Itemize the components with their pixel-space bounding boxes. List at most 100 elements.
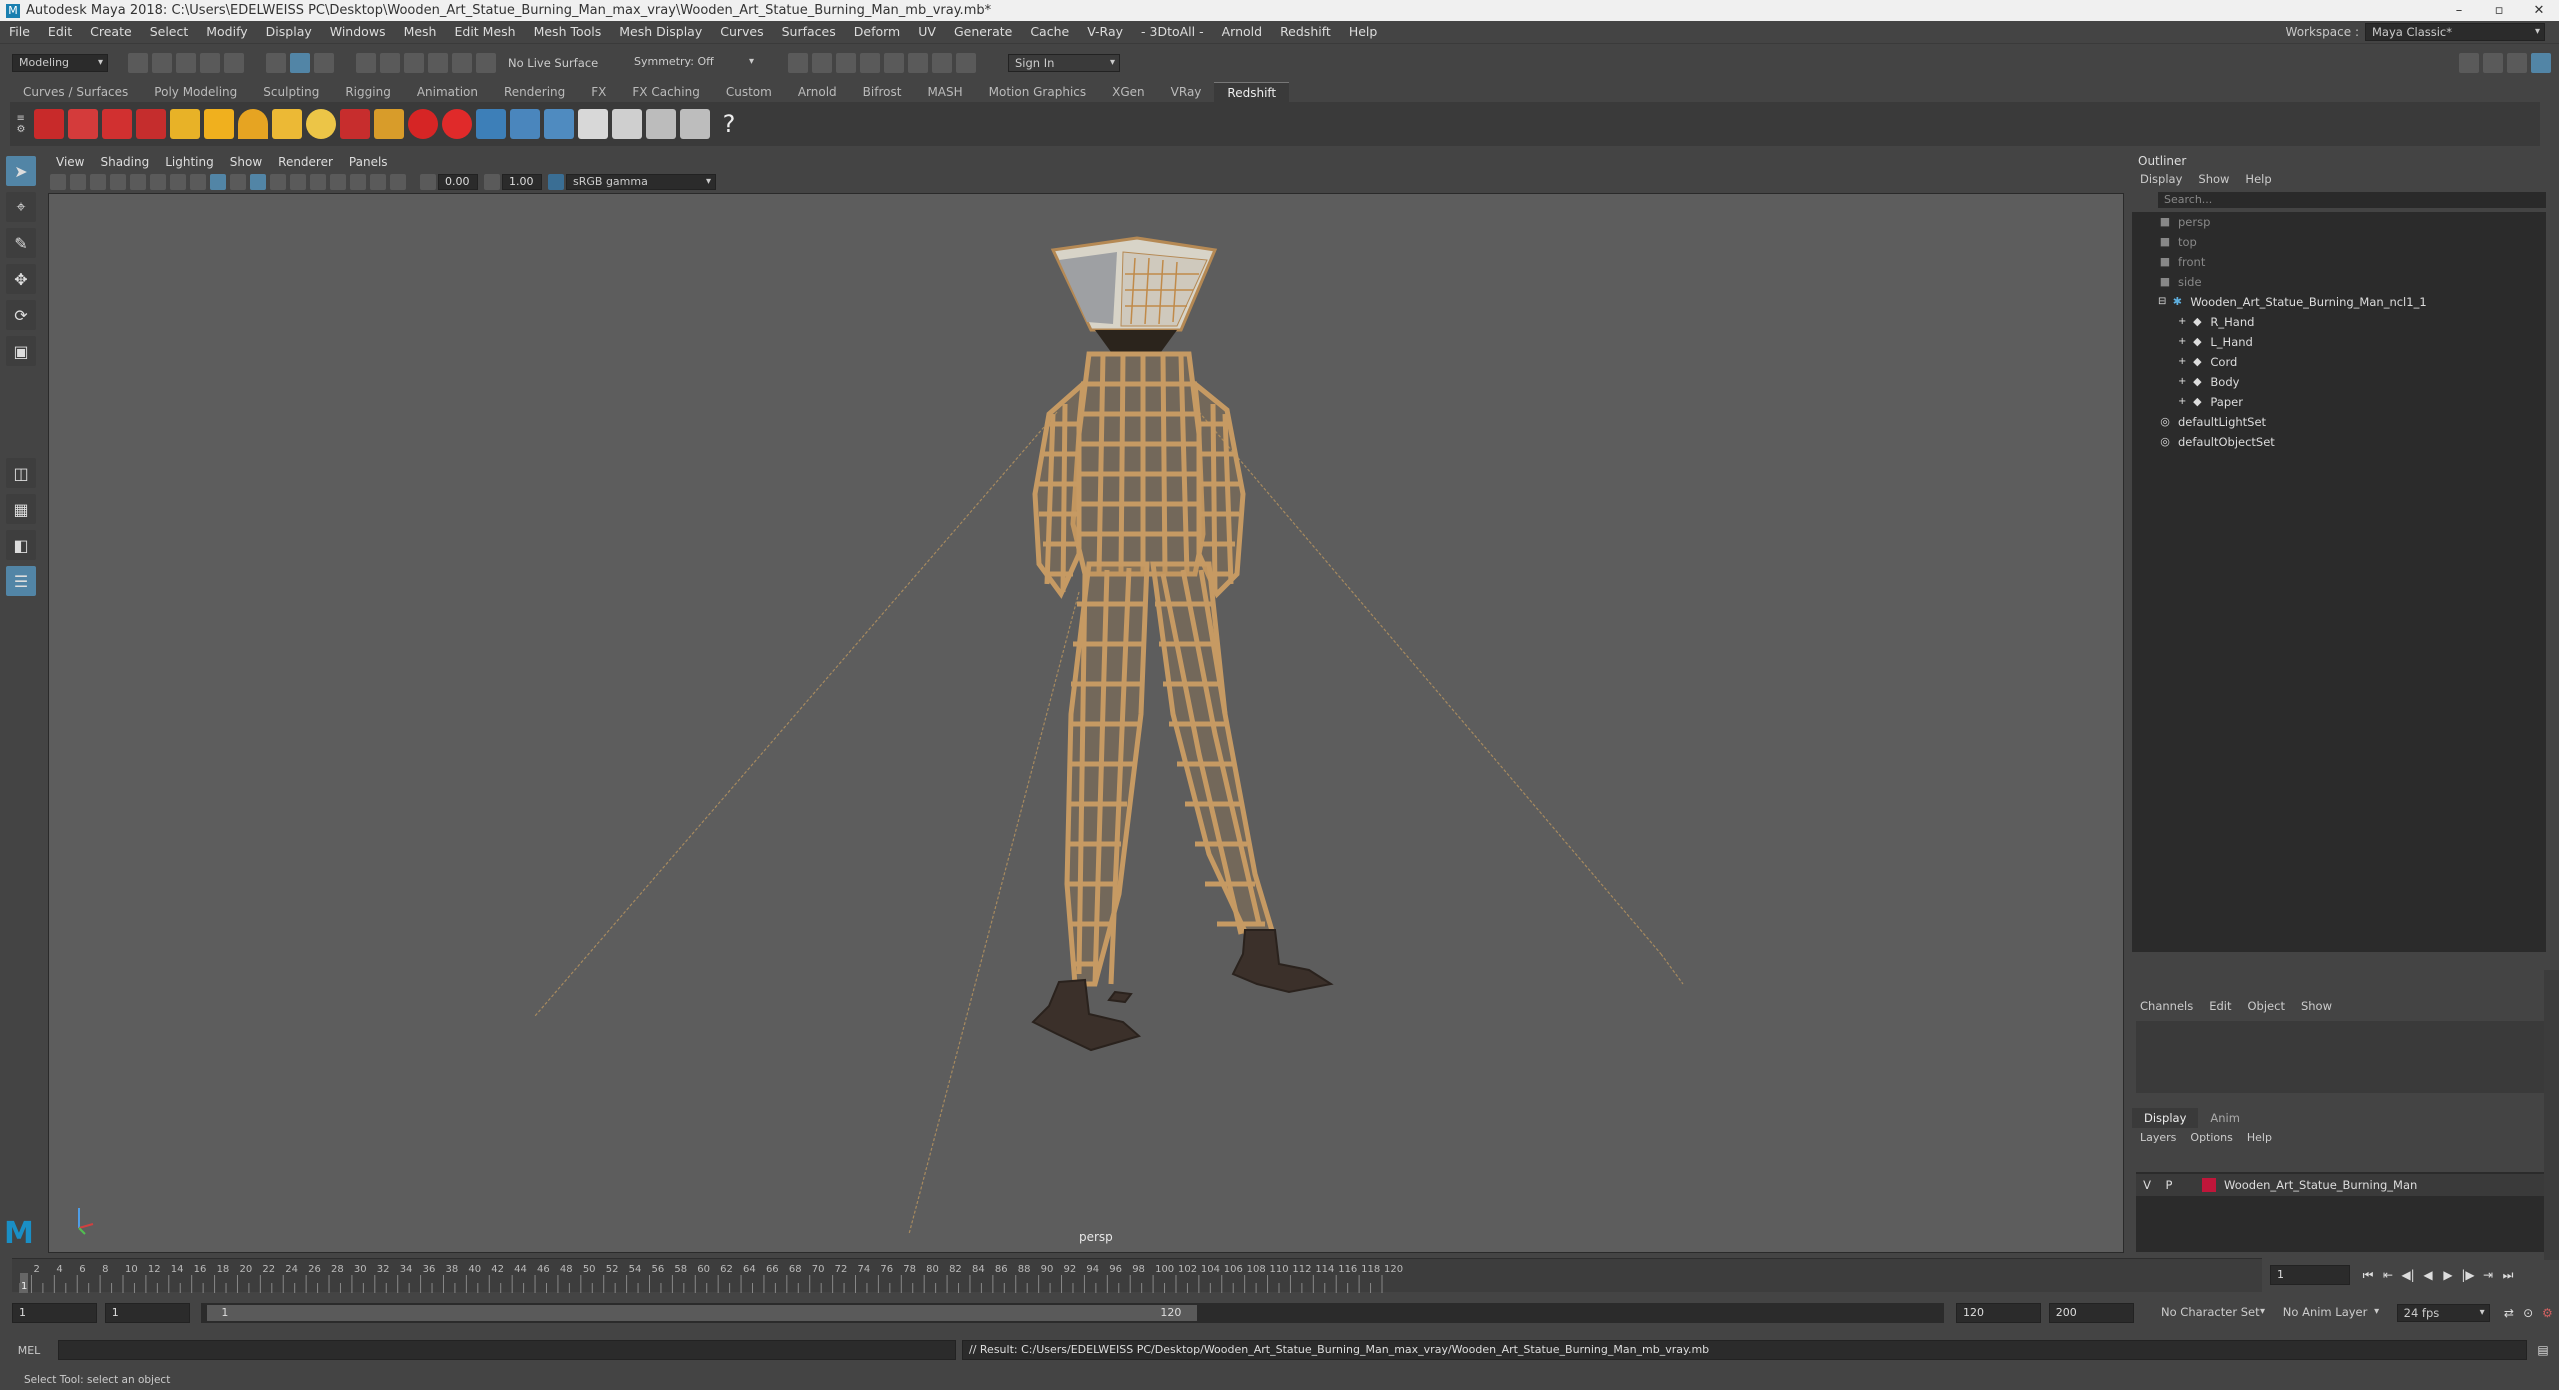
save-scene-icon[interactable] [176, 52, 196, 73]
play-backwards-icon[interactable]: ◀ [2418, 1268, 2438, 1282]
outliner-item[interactable]: ■ top [2132, 232, 2546, 252]
move-tool-icon[interactable]: ✥ [6, 264, 36, 294]
redshift-aov-icon[interactable] [646, 109, 676, 139]
shelf-tab-custom[interactable]: Custom [713, 82, 785, 102]
outliner-item[interactable]: ◎ defaultObjectSet [2132, 432, 2546, 452]
playback-start-field[interactable]: 1 [104, 1303, 190, 1323]
redshift-ies-light-icon[interactable] [340, 109, 370, 139]
safe-action-icon[interactable] [170, 174, 186, 190]
layer-menu-options[interactable]: Options [2190, 1131, 2232, 1144]
shelf-tab-rendering[interactable]: Rendering [491, 82, 578, 102]
shelf-tab-bifrost[interactable]: Bifrost [850, 82, 915, 102]
redshift-portal-light-icon[interactable] [374, 109, 404, 139]
menu-mesh-display[interactable]: Mesh Display [610, 21, 711, 43]
textured-icon[interactable] [250, 174, 266, 190]
range-slider-handle[interactable]: 1 120 [207, 1305, 1198, 1321]
expand-icon[interactable]: + [2178, 332, 2186, 352]
redshift-ship-icon[interactable] [578, 109, 608, 139]
ambient-occlusion-icon[interactable] [310, 174, 326, 190]
outliner-item[interactable]: + ◆ Cord [2132, 352, 2546, 372]
menu-create[interactable]: Create [81, 21, 141, 43]
play-forwards-icon[interactable]: ▶ [2438, 1268, 2458, 1282]
fps-dropdown[interactable]: 24 fps [2396, 1304, 2490, 1322]
shelf-tab-mash[interactable]: MASH [914, 82, 975, 102]
redshift-render-view-icon[interactable] [34, 109, 64, 139]
select-hierarchy-icon[interactable] [266, 52, 286, 73]
film-gate-icon[interactable] [130, 174, 146, 190]
redshift-rv-icon[interactable] [908, 52, 928, 73]
default-material-icon[interactable] [230, 174, 246, 190]
modeling-toolkit-icon[interactable] [2459, 52, 2479, 73]
channel-box-menu-object[interactable]: Object [2248, 999, 2285, 1013]
command-input[interactable] [58, 1340, 956, 1360]
exposure-icon[interactable] [420, 174, 436, 190]
four-view-layout-icon[interactable]: ▦ [6, 494, 36, 524]
time-slider[interactable]: 2 4 6 8 10 12 14 16 18 20 22 24 26 28 30 32 34 36 38 40 42 44… [12, 1258, 2262, 1293]
mode-dropdown[interactable]: Modeling [12, 53, 108, 72]
outliner-search-input[interactable]: Search... [2158, 192, 2546, 208]
snap-grid-icon[interactable] [356, 52, 376, 73]
outliner-menu-show[interactable]: Show [2198, 172, 2229, 186]
persp-outliner-layout-icon[interactable]: ◧ [6, 530, 36, 560]
viewport-menu-renderer[interactable]: Renderer [270, 153, 341, 171]
menu-file[interactable]: File [0, 21, 39, 43]
redshift-physical-light-icon[interactable] [272, 109, 302, 139]
menu-curves[interactable]: Curves [711, 21, 772, 43]
shelf-tab-redshift[interactable]: Redshift [1214, 81, 1290, 103]
redshift-pr-icon-2[interactable] [510, 109, 540, 139]
bookmark-icon[interactable] [70, 174, 86, 190]
go-to-start-icon[interactable]: ⏮ [2358, 1268, 2378, 1283]
current-frame-field[interactable]: 1 [2270, 1265, 2350, 1285]
redshift-material-icon[interactable] [442, 109, 472, 139]
menu-generate[interactable]: Generate [945, 21, 1021, 43]
channel-box-menu-channels[interactable]: Channels [2140, 999, 2193, 1013]
motion-blur-icon[interactable] [330, 174, 346, 190]
viewport-menu-shading[interactable]: Shading [92, 153, 157, 171]
menu-mesh-tools[interactable]: Mesh Tools [525, 21, 611, 43]
outliner-item[interactable]: + ◆ L_Hand [2132, 332, 2546, 352]
outliner-item[interactable]: ■ front [2132, 252, 2546, 272]
shelf-tab-poly-modeling[interactable]: Poly Modeling [141, 82, 250, 102]
outliner-item[interactable]: + ◆ Paper [2132, 392, 2546, 412]
menu-uv[interactable]: UV [909, 21, 945, 43]
menu-deform[interactable]: Deform [845, 21, 909, 43]
menu-3dtoall[interactable]: - 3DtoAll - [1132, 21, 1213, 43]
outliner-item[interactable]: ◎ defaultLightSet [2132, 412, 2546, 432]
anim-end-field[interactable]: 200 [2048, 1303, 2134, 1323]
viewport-menu-panels[interactable]: Panels [341, 153, 396, 171]
resolution-gate-icon[interactable] [150, 174, 166, 190]
layer-playback-toggle[interactable]: P [2158, 1178, 2180, 1192]
render-view-icon[interactable] [788, 52, 808, 73]
help-icon[interactable]: ? [714, 109, 744, 139]
expand-icon[interactable]: + [2178, 372, 2186, 392]
gamma-icon[interactable] [484, 174, 500, 190]
color-space-dropdown[interactable]: sRGB gamma [566, 174, 716, 190]
menu-surfaces[interactable]: Surfaces [773, 21, 845, 43]
color-management-icon[interactable] [548, 174, 564, 190]
make-live-icon[interactable] [476, 52, 496, 73]
minimize-button[interactable]: – [2439, 0, 2479, 21]
step-back-frame-icon[interactable]: ◀| [2398, 1268, 2418, 1282]
smooth-shade-icon[interactable] [210, 174, 226, 190]
shelf-tab-rigging[interactable]: Rigging [332, 82, 403, 102]
outliner-item[interactable]: ■ persp [2132, 212, 2546, 232]
go-to-end-icon[interactable]: ⏭ [2498, 1268, 2518, 1283]
lights-icon[interactable] [270, 174, 286, 190]
menu-mesh[interactable]: Mesh [395, 21, 446, 43]
expand-icon[interactable]: + [2178, 312, 2186, 332]
snap-point-icon[interactable] [404, 52, 424, 73]
snap-view-icon[interactable] [452, 52, 472, 73]
layer-visibility-toggle[interactable]: V [2136, 1178, 2158, 1192]
shelf-menu-icon[interactable]: ≡ ⚙ [10, 102, 32, 146]
menu-arnold[interactable]: Arnold [1213, 21, 1271, 43]
hypershade-icon[interactable] [884, 52, 904, 73]
ipr-render-icon[interactable] [836, 52, 856, 73]
loop-icon[interactable]: ⇄ [2499, 1306, 2518, 1320]
select-tool-icon[interactable]: ➤ [6, 156, 36, 186]
camera-attributes-icon[interactable] [50, 174, 66, 190]
tool-settings-icon[interactable] [2507, 52, 2527, 73]
expand-icon[interactable]: ⊟ [2158, 292, 2166, 312]
wireframe-icon[interactable] [190, 174, 206, 190]
step-forward-frame-icon[interactable]: |▶ [2458, 1268, 2478, 1282]
layer-tab-anim[interactable]: Anim [2198, 1108, 2252, 1128]
